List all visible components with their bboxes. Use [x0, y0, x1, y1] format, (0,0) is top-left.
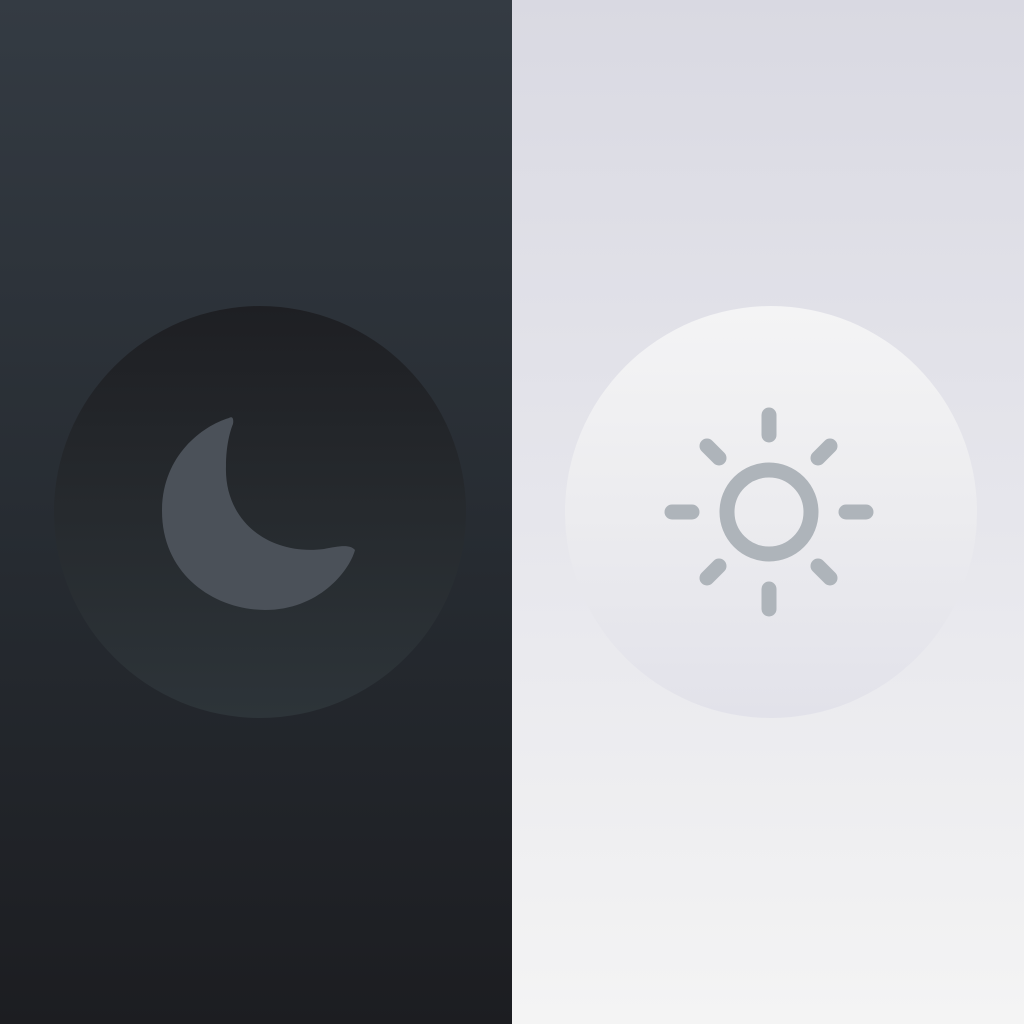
moon-icon [162, 417, 355, 610]
dark-theme-button[interactable] [54, 306, 466, 718]
light-theme-button[interactable] [565, 306, 977, 718]
theme-selector [0, 0, 1024, 1024]
light-theme-panel [512, 0, 1024, 1024]
sun-icon [664, 407, 874, 617]
dark-theme-panel [0, 0, 512, 1024]
